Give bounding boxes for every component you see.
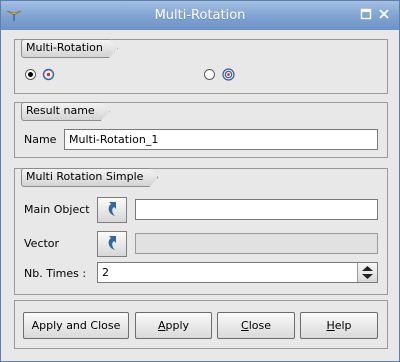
group-caption-multi-rotation: Multi-Rotation <box>21 39 118 58</box>
select-arrow-icon <box>108 236 116 250</box>
apply-mnemonic: A <box>157 319 166 332</box>
multi-rotation-dialog: Multi-Rotation Multi-Rotation Result nam… <box>0 0 400 362</box>
main-object-select-button[interactable] <box>97 197 127 223</box>
vector-input[interactable] <box>135 233 378 254</box>
close-mnemonic: C <box>241 319 249 332</box>
vector-label: Vector <box>24 237 60 250</box>
maximize-button[interactable] <box>359 8 373 22</box>
apply-and-close-label: Apply and Close <box>31 319 121 332</box>
nb-times-spinbox[interactable]: 2 <box>97 262 378 283</box>
apply-button[interactable]: Apply <box>135 312 212 339</box>
nb-times-spin-buttons[interactable] <box>357 263 377 282</box>
name-label: Name <box>24 133 57 146</box>
close-label-rest: lose <box>248 319 271 332</box>
name-input[interactable]: Multi-Rotation_1 <box>64 129 378 150</box>
close-window-button[interactable] <box>377 8 391 22</box>
maximize-icon <box>360 8 372 20</box>
rotation-simple-icon <box>42 68 55 81</box>
help-mnemonic: H <box>326 319 335 332</box>
main-object-input[interactable] <box>135 199 378 220</box>
apply-and-close-button[interactable]: Apply and Close <box>23 312 129 339</box>
title-bar[interactable]: Multi-Rotation <box>1 1 399 30</box>
apply-label-rest: pply <box>165 319 190 332</box>
close-icon <box>379 9 389 19</box>
window-title: Multi-Rotation <box>154 8 246 23</box>
multi-rotation-group: Multi-Rotation <box>14 39 388 94</box>
group-caption-result-name: Result name <box>21 102 110 121</box>
group-caption-multi-rotation-simple: Multi Rotation Simple <box>21 168 158 187</box>
radio-rotation-double[interactable] <box>204 69 215 80</box>
result-name-group: Result name Name Multi-Rotation_1 <box>14 102 388 158</box>
nb-times-label: Nb. Times : <box>24 267 87 280</box>
rotation-double-icon <box>222 68 235 81</box>
spin-up-down-icon <box>362 266 373 279</box>
main-object-label: Main Object <box>24 203 90 216</box>
nb-times-value: 2 <box>102 266 109 279</box>
multi-rotation-simple-group: Multi Rotation Simple Main Object Vector… <box>14 168 388 295</box>
help-label-rest: elp <box>334 319 352 332</box>
select-arrow-icon <box>108 202 116 216</box>
vector-select-button[interactable] <box>97 231 127 257</box>
help-button[interactable]: Help <box>300 312 378 339</box>
close-button[interactable]: Close <box>217 312 295 339</box>
radio-rotation-simple[interactable] <box>25 69 36 80</box>
